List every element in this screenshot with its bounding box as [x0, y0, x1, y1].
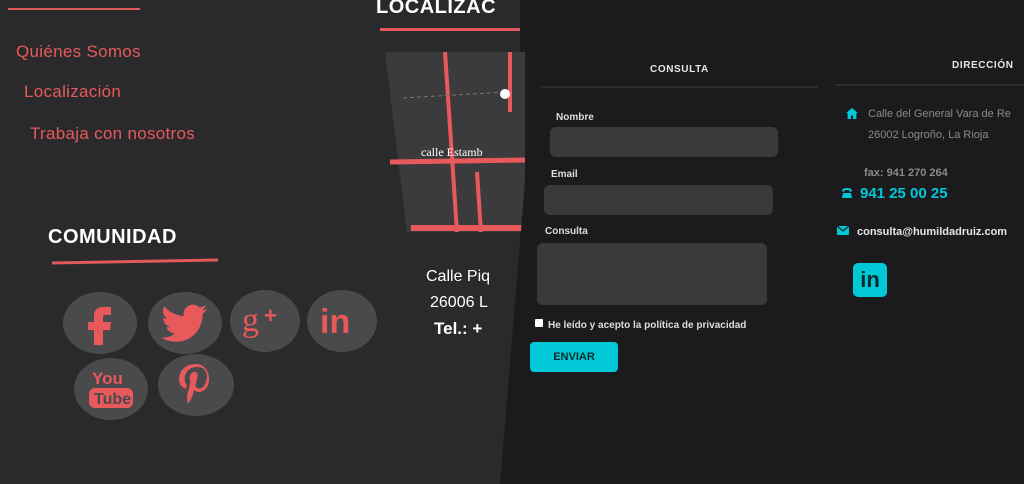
divider: [51, 258, 219, 265]
location-address-line2: 26006 L: [430, 294, 488, 311]
address-header: DIRECCIÓN: [952, 60, 1014, 71]
menu-item-quienes-somos[interactable]: Quiénes Somos: [16, 42, 141, 62]
privacy-label: He leído y acepto la política de privaci…: [548, 320, 747, 331]
address-street: Calle del General Vara de Re: [868, 108, 1011, 120]
divider: [540, 86, 818, 88]
submit-button[interactable]: ENVIAR: [530, 342, 618, 372]
phone-icon: [842, 188, 852, 198]
name-input[interactable]: [550, 127, 778, 157]
linkedin-icon[interactable]: in: [853, 263, 887, 297]
form-header: CONSULTA: [650, 64, 709, 75]
pinterest-icon: [179, 364, 209, 404]
email-label: Email: [551, 169, 578, 180]
email-icon: [837, 226, 849, 235]
youtube-icon: You Tube: [89, 369, 133, 408]
address-city: 26002 Logroño, La Rioja: [868, 129, 989, 141]
left-panel: Quiénes Somos Localización Trabaja con n…: [0, 0, 525, 484]
map-pin-icon: [500, 89, 510, 99]
divider: [380, 28, 520, 31]
linkedin-button[interactable]: in: [307, 290, 377, 352]
linkedin-icon: in: [320, 303, 350, 339]
contact-panel: CONSULTA Nombre Email Consulta He leído …: [500, 0, 1024, 484]
location-phone: Tel.: +: [434, 319, 483, 338]
menu-item-localizacion[interactable]: Localización: [24, 82, 121, 102]
query-label: Consulta: [545, 226, 588, 237]
google-plus-button[interactable]: g +: [230, 290, 300, 352]
privacy-checkbox[interactable]: [535, 319, 543, 327]
divider: [835, 84, 1024, 86]
location-title: LOCALIZAC: [376, 0, 497, 18]
pinterest-button[interactable]: [158, 354, 234, 416]
svg-text:in: in: [320, 303, 350, 339]
google-plus-icon: g +: [242, 302, 277, 339]
facebook-button[interactable]: [63, 292, 137, 354]
svg-text:You: You: [92, 369, 123, 388]
community-title: COMUNIDAD: [48, 226, 177, 248]
email-input[interactable]: [544, 185, 773, 215]
map-street-label: calle Estamb: [421, 145, 483, 159]
twitter-icon: [161, 304, 207, 342]
address-fax: fax: 941 270 264: [864, 167, 948, 179]
location-map[interactable]: calle Estamb: [385, 52, 525, 232]
menu-item-trabaja[interactable]: Trabaja con nosotros: [30, 124, 195, 144]
facebook-icon: [88, 307, 111, 345]
svg-text:Tube: Tube: [94, 391, 131, 408]
youtube-button[interactable]: You Tube: [74, 358, 148, 420]
svg-text:+: +: [264, 303, 277, 328]
svg-text:g: g: [242, 302, 259, 339]
address-email[interactable]: consulta@humildadruiz.com: [857, 226, 1007, 238]
divider: [8, 8, 140, 10]
name-label: Nombre: [556, 112, 594, 123]
address-phone[interactable]: 941 25 00 25: [860, 185, 948, 202]
twitter-button[interactable]: [148, 292, 222, 354]
query-textarea[interactable]: [537, 243, 767, 305]
location-address-line1: Calle Piq: [426, 268, 491, 285]
home-icon: [846, 108, 858, 119]
